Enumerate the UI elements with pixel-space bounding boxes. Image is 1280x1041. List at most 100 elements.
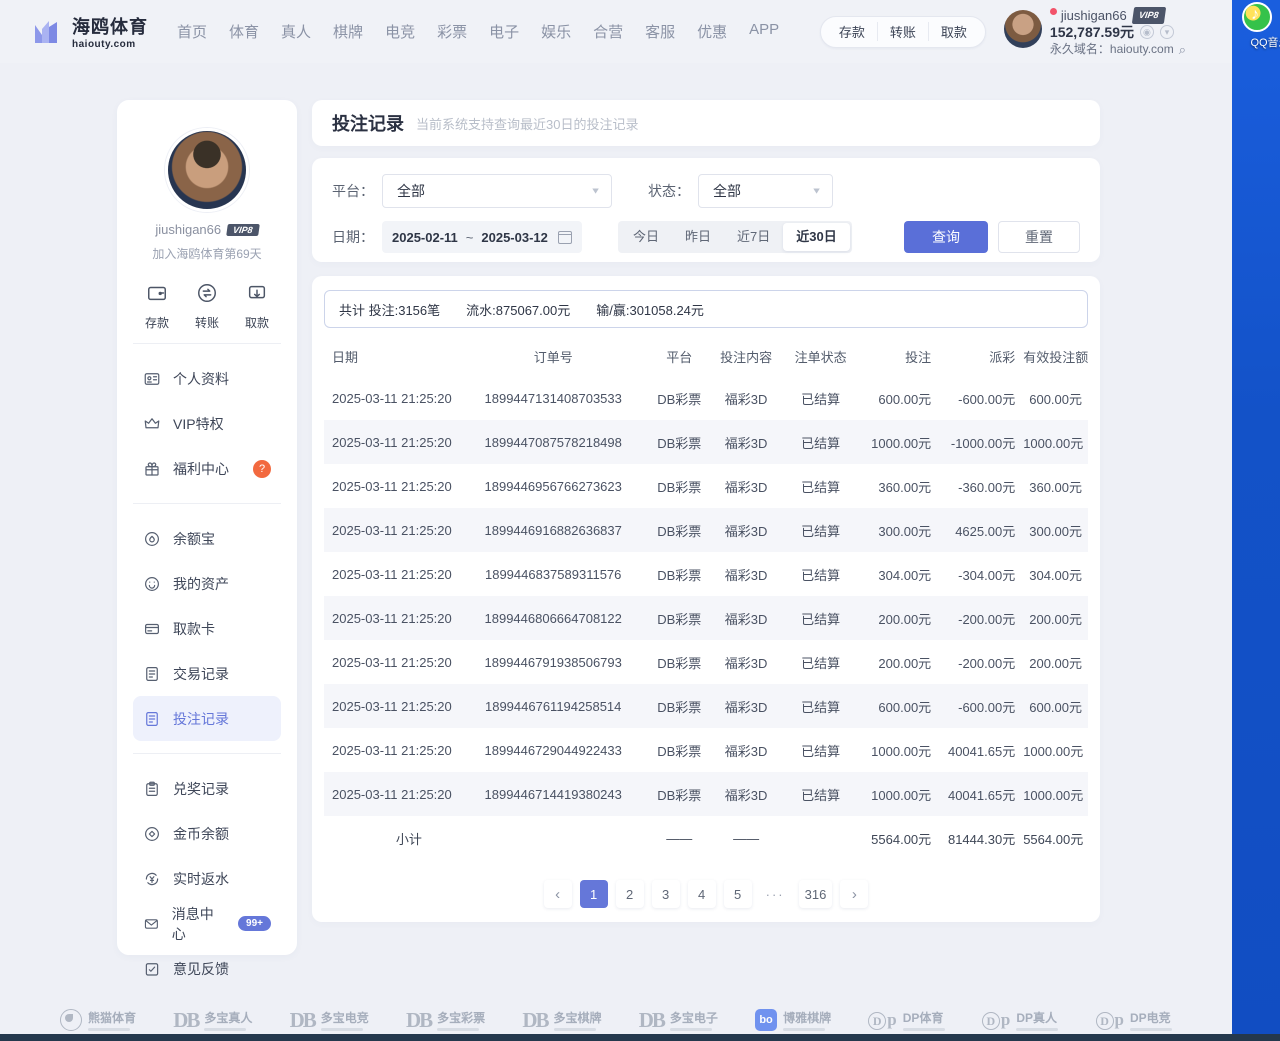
cell-content: 福彩3D bbox=[710, 376, 783, 420]
brand-logo[interactable]: 海鸥体育 haiouty.com bbox=[30, 13, 148, 50]
cell-payout: -200.00元 bbox=[935, 640, 1019, 684]
pagination-prev-button[interactable]: ‹ bbox=[544, 880, 572, 908]
nav-item-1[interactable]: 首页 bbox=[166, 13, 218, 50]
sidebar-item-rebate[interactable]: 实时返水 bbox=[133, 856, 281, 901]
quick-action-3[interactable]: 取款 bbox=[928, 22, 979, 41]
nav-item-3[interactable]: 真人 bbox=[270, 13, 322, 50]
sidebar-item-yuebao[interactable]: 余额宝 bbox=[133, 516, 281, 561]
refresh-balance-icon[interactable]: ◉ bbox=[1140, 25, 1154, 39]
qq-music-desktop-shortcut[interactable]: QQ音乐 bbox=[1240, 2, 1280, 50]
nav-item-8[interactable]: 娱乐 bbox=[530, 13, 582, 50]
search-icon[interactable]: ⌕ bbox=[1179, 42, 1186, 57]
search-button[interactable]: 查询 bbox=[904, 221, 988, 253]
nav-item-7[interactable]: 电子 bbox=[478, 13, 530, 50]
pagination-page-2[interactable]: 2 bbox=[616, 880, 644, 908]
sidebar-item-badge: 99+ bbox=[238, 916, 271, 931]
wallet-action-取款[interactable]: 取款 bbox=[235, 282, 279, 331]
sidebar-item-profile[interactable]: 个人资料 bbox=[133, 356, 281, 401]
nav-item-12[interactable]: APP bbox=[738, 13, 790, 50]
reset-button[interactable]: 重置 bbox=[998, 221, 1080, 253]
balance-amount: 152,787.59元 bbox=[1050, 25, 1134, 40]
wallet-action-转账[interactable]: 转账 bbox=[185, 282, 229, 331]
sidebar-item-vip[interactable]: VIP特权 bbox=[133, 401, 281, 446]
status-select[interactable]: 全部 ▼ bbox=[698, 174, 833, 208]
table-row: 2025-03-11 21:25:201899446916882636837DB… bbox=[324, 508, 1088, 552]
partner-name: 博雅棋牌 bbox=[783, 1009, 831, 1026]
range-button-今日[interactable]: 今日 bbox=[620, 223, 672, 251]
cell-status: 已结算 bbox=[782, 464, 858, 508]
cell-bet: 200.00元 bbox=[859, 640, 935, 684]
cell-platform: DB彩票 bbox=[649, 728, 710, 772]
sidebar-item-label: 我的资产 bbox=[173, 574, 229, 594]
column-header: 派彩 bbox=[935, 336, 1019, 376]
partner-caption bbox=[1130, 1028, 1172, 1031]
cell-order: 1899446714419380243 bbox=[458, 772, 649, 816]
sidebar-item-feedback[interactable]: 意见反馈 bbox=[133, 946, 281, 991]
coin-icon bbox=[143, 825, 161, 843]
sidebar-item-welfare[interactable]: 福利中心? bbox=[133, 446, 281, 491]
partner-name: 多宝电子 bbox=[670, 1009, 718, 1026]
wallet-action-存款[interactable]: 存款 bbox=[135, 282, 179, 331]
nav-item-2[interactable]: 体育 bbox=[218, 13, 270, 50]
quick-action-2[interactable]: 转账 bbox=[877, 22, 928, 41]
sidebar-item-assets[interactable]: 我的资产 bbox=[133, 561, 281, 606]
withdraw-icon bbox=[246, 282, 268, 304]
subtotal-cell: 小计 bbox=[324, 816, 458, 860]
pagination-page-316[interactable]: 316 bbox=[799, 880, 833, 908]
nav-item-11[interactable]: 优惠 bbox=[686, 13, 738, 50]
quick-action-1[interactable]: 存款 bbox=[827, 22, 877, 41]
sidebar-item-messages[interactable]: 消息中心99+ bbox=[133, 901, 281, 946]
platform-select[interactable]: 全部 ▼ bbox=[382, 174, 612, 208]
summary-bar: 共计 投注:3156笔 流水:875067.00元 输/赢:301058.24元 bbox=[324, 290, 1088, 328]
table-row: 2025-03-11 21:25:201899446956766273623DB… bbox=[324, 464, 1088, 508]
partner-caption bbox=[1016, 1028, 1058, 1031]
records-card: 共计 投注:3156笔 流水:875067.00元 输/赢:301058.24元… bbox=[312, 276, 1100, 922]
partner-caption bbox=[783, 1028, 825, 1031]
avatar[interactable] bbox=[1004, 10, 1042, 48]
platform-select-value: 全部 bbox=[397, 181, 425, 201]
partner-caption bbox=[670, 1028, 712, 1031]
range-button-近30日[interactable]: 近30日 bbox=[783, 223, 849, 251]
range-button-近7日[interactable]: 近7日 bbox=[724, 223, 783, 251]
pagination-page-5[interactable]: 5 bbox=[724, 880, 752, 908]
sidebar-item-bet-records[interactable]: 投注记录 bbox=[133, 696, 281, 741]
db-logo-icon: DB bbox=[290, 1008, 315, 1033]
sidebar-item-prize-records[interactable]: 兑奖记录 bbox=[133, 766, 281, 811]
nav-item-10[interactable]: 客服 bbox=[634, 13, 686, 50]
chevron-down-icon: ▼ bbox=[590, 186, 601, 196]
sidebar-item-transactions[interactable]: 交易记录 bbox=[133, 651, 281, 696]
brand-name: 海鸥体育 bbox=[72, 13, 148, 39]
cell-content: 福彩3D bbox=[710, 684, 783, 728]
cell-payout: 4625.00元 bbox=[935, 508, 1019, 552]
cell-content: 福彩3D bbox=[710, 464, 783, 508]
pagination-page-3[interactable]: 3 bbox=[652, 880, 680, 908]
summary-winloss: 输/赢:301058.24元 bbox=[596, 300, 704, 319]
pagination-next-button[interactable]: › bbox=[840, 880, 868, 908]
pagination-page-4[interactable]: 4 bbox=[688, 880, 716, 908]
cell-bet: 304.00元 bbox=[859, 552, 935, 596]
table-row: 2025-03-11 21:25:201899446714419380243DB… bbox=[324, 772, 1088, 816]
pagination-page-1[interactable]: 1 bbox=[580, 880, 608, 908]
partner-logo-DP真人: DpDP真人 bbox=[982, 1009, 1058, 1031]
sidebar-item-withdraw-card[interactable]: 取款卡 bbox=[133, 606, 281, 651]
dp-logo-icon: Dp bbox=[1096, 1010, 1124, 1031]
nav-item-6[interactable]: 彩票 bbox=[426, 13, 478, 50]
platform-label: 平台： bbox=[332, 181, 374, 201]
sidebar-item-label: 余额宝 bbox=[173, 529, 215, 549]
partner-name: 多宝电竞 bbox=[321, 1009, 369, 1026]
date-range-picker[interactable]: 2025-02-11 ~ 2025-03-12 bbox=[382, 221, 582, 253]
sidebar-item-coin-balance[interactable]: 金币余额 bbox=[133, 811, 281, 856]
nav-item-5[interactable]: 电竞 bbox=[374, 13, 426, 50]
safe-icon bbox=[143, 530, 161, 548]
crown-icon bbox=[143, 415, 161, 433]
user-block[interactable]: jiushigan66 VIP8 152,787.59元 ◉ ▾ 永久域名：ha… bbox=[1004, 7, 1186, 57]
range-button-昨日[interactable]: 昨日 bbox=[672, 223, 724, 251]
gift-icon bbox=[143, 460, 161, 478]
chevron-down-icon[interactable]: ▾ bbox=[1160, 25, 1174, 39]
sidebar-item-label: 取款卡 bbox=[173, 619, 215, 639]
nav-item-4[interactable]: 棋牌 bbox=[322, 13, 374, 50]
pagination-ellipsis: ··· bbox=[760, 880, 791, 908]
profile-avatar[interactable] bbox=[165, 128, 249, 212]
nav-item-9[interactable]: 合营 bbox=[582, 13, 634, 50]
subtotal-cell: 5564.00元 bbox=[859, 816, 935, 860]
